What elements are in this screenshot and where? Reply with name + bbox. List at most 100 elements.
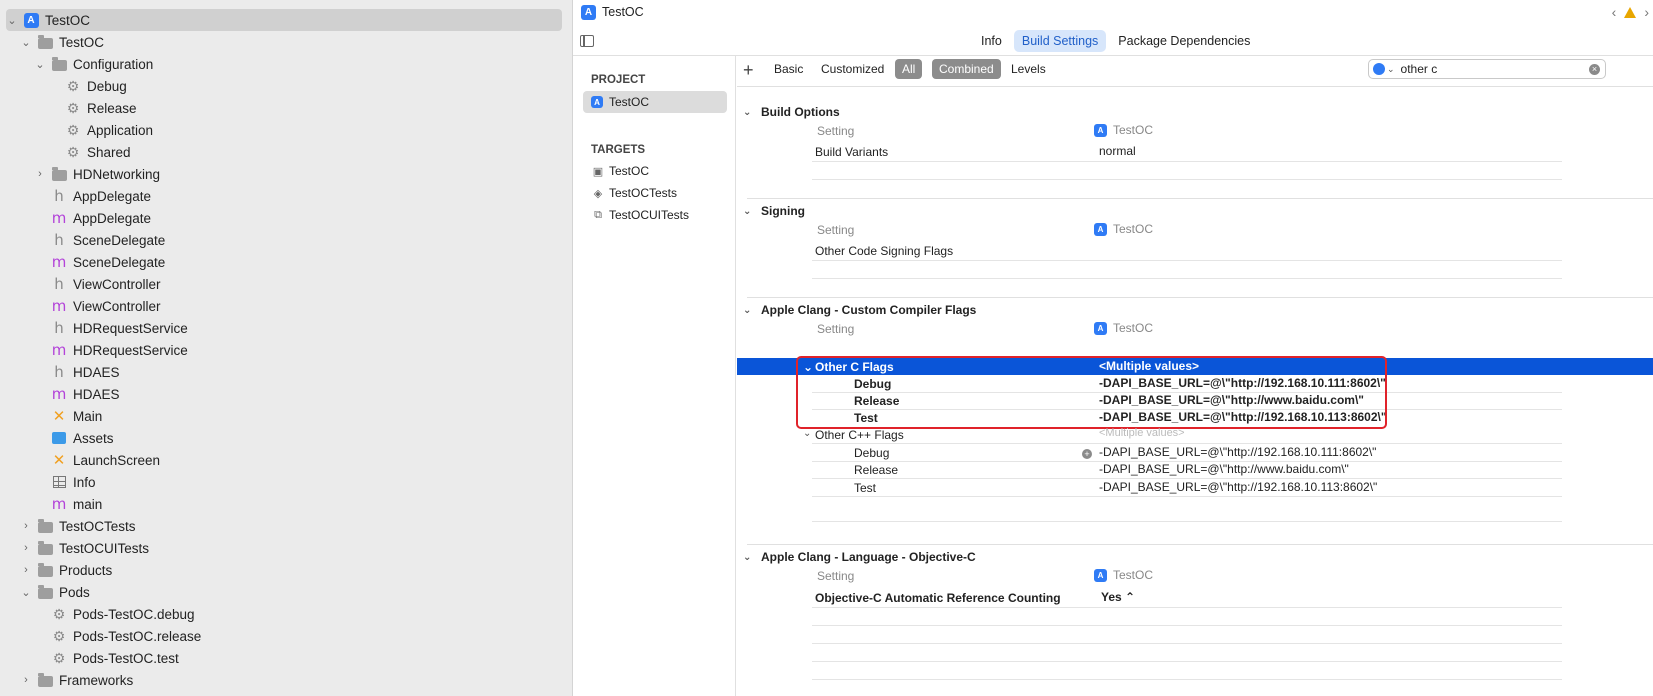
chevron-down-icon[interactable]: ⌄ [34,58,46,71]
header-file-icon: h [54,187,64,205]
navigator-item-label: Assets [73,430,114,446]
filter-all[interactable]: All [895,59,923,79]
navigator-item[interactable]: h HDRequestService [6,317,562,339]
setting-name[interactable]: Build Variants [815,145,888,159]
tab-package-dependencies[interactable]: Package Dependencies [1110,30,1258,52]
chevron-right-icon[interactable]: › [20,542,32,554]
view-combined[interactable]: Combined [932,59,1001,79]
navigator-item[interactable]: m main [6,493,562,515]
target-label: TestOCTests [609,186,678,200]
navigator-item[interactable]: ⌄ A TestOC [6,9,562,31]
section-build-options[interactable]: ⌄ Build Options [743,105,840,119]
navigator-item-label: HDAES [73,364,120,380]
plist-icon [50,474,68,490]
setting-name-other-cpp-flags[interactable]: Other C++ Flags [815,428,904,442]
navigator-item[interactable]: m ViewController [6,295,562,317]
navigator-item[interactable]: ⚙ Pods-TestOC.test [6,647,562,669]
section-signing[interactable]: ⌄ Signing [743,204,805,218]
setting-value-popup[interactable]: Yes ⌃ [1101,590,1135,604]
config-value[interactable]: -DAPI_BASE_URL=@\"http://www.baidu.com\" [1099,462,1349,476]
chevron-right-icon[interactable]: › [20,564,32,576]
navigator-item-label: Release [87,100,137,116]
config-name[interactable]: Debug [854,446,889,460]
section-divider [747,198,1653,199]
navigator-item[interactable]: ⚙ Application [6,119,562,141]
navigator-item[interactable]: h SceneDelegate [6,229,562,251]
target-item[interactable]: ◈ TestOCTests [583,182,727,204]
navigator-item[interactable]: ✕ LaunchScreen [6,449,562,471]
navigator-item[interactable]: ⌄ Pods [6,581,562,603]
chevron-right-icon[interactable]: › [20,520,32,532]
chevron-down-icon[interactable]: ⌄ [20,586,32,599]
add-setting-button[interactable]: + [743,60,754,81]
header-file-icon: h [54,275,64,293]
filter-basic[interactable]: Basic [767,59,810,79]
navigator-item[interactable]: h ViewController [6,273,562,295]
target-item[interactable]: ▣ TestOC [583,160,727,182]
filter-customized[interactable]: Customized [814,59,891,79]
back-arrow-icon[interactable]: ‹ [1612,4,1617,20]
navigator-item[interactable]: ⚙ Shared [6,141,562,163]
navigator-item[interactable]: h HDAES [6,361,562,383]
chevron-down-icon[interactable]: ⌄ [20,36,32,49]
navigator-item[interactable]: m AppDelegate [6,207,562,229]
navigator-item[interactable]: ⚙ Pods-TestOC.release [6,625,562,647]
forward-arrow-icon[interactable]: › [1644,4,1649,20]
navigator-item-label: main [73,496,103,512]
setting-column-header: Setting [817,124,855,138]
hide-targets-sidebar-icon[interactable] [580,35,594,47]
section-title: Signing [761,204,805,218]
chevron-down-icon[interactable]: ⌄ [803,428,811,439]
add-condition-icon[interactable]: + [1082,449,1092,459]
jump-bar-title[interactable]: TestOC [602,5,644,19]
navigator-item[interactable]: m HDAES [6,383,562,405]
setting-value[interactable]: <Multiple values> [1099,427,1185,439]
setting-value[interactable]: normal [1099,144,1136,158]
target-label: TestOC [609,164,650,178]
navigator-item[interactable]: ⌄ TestOC [6,31,562,53]
navigator-item[interactable]: h AppDelegate [6,185,562,207]
navigator-item-label: SceneDelegate [73,232,166,248]
config-value[interactable]: -DAPI_BASE_URL=@\"http://192.168.10.113:… [1099,480,1377,494]
navigator-item[interactable]: › HDNetworking [6,163,562,185]
navigator-item[interactable]: ⚙ Release [6,97,562,119]
view-levels[interactable]: Levels [1004,59,1053,79]
navigator-item[interactable]: m HDRequestService [6,339,562,361]
tab-info[interactable]: Info [973,30,1010,52]
navigator-item[interactable]: ⚙ Pods-TestOC.debug [6,603,562,625]
config-name[interactable]: Release [854,463,898,477]
navigator-item[interactable]: › TestOCUITests [6,537,562,559]
search-input[interactable] [1400,62,1581,76]
chevron-right-icon[interactable]: › [34,168,46,180]
navigator-item[interactable]: › Products [6,559,562,581]
navigator-item[interactable]: › Frameworks [6,669,562,691]
filter-icon[interactable] [1373,63,1385,75]
section-custom-compiler-flags[interactable]: ⌄ Apple Clang - Custom Compiler Flags [743,303,976,317]
chevron-right-icon[interactable]: › [20,674,32,686]
navigator-item[interactable]: Info [6,471,562,493]
config-value[interactable]: -DAPI_BASE_URL=@\"http://192.168.10.111:… [1099,445,1376,459]
navigator-item[interactable]: › TestOCTests [6,515,562,537]
settings-search-field[interactable]: ⌄ × [1368,59,1606,79]
chevron-down-icon[interactable]: ⌄ [1387,64,1395,75]
interface-file-icon: ✕ [52,452,66,469]
section-language-objc[interactable]: ⌄ Apple Clang - Language - Objective-C [743,550,976,564]
config-name[interactable]: Test [854,481,876,495]
setting-name[interactable]: Other Code Signing Flags [815,244,953,258]
navigator-item[interactable]: Assets [6,427,562,449]
project-icon: A [22,12,40,28]
navigator-item[interactable]: ⚙ Debug [6,75,562,97]
chevron-down-icon[interactable]: ⌄ [6,14,18,27]
target-item[interactable]: ⧉ TestOCUITests [583,204,727,226]
setting-column-header: Setting [817,322,855,336]
chevron-down-icon: ⌄ [743,304,752,316]
clear-search-icon[interactable]: × [1589,63,1600,75]
tab-build-settings[interactable]: Build Settings [1013,30,1107,52]
navigator-item[interactable]: ⌄ Configuration [6,53,562,75]
navigator-item[interactable]: m SceneDelegate [6,251,562,273]
setting-name[interactable]: Objective-C Automatic Reference Counting [815,591,1061,605]
warning-icon[interactable] [1624,6,1637,18]
divider [812,679,1562,680]
project-item[interactable]: A TestOC [583,91,727,113]
navigator-item[interactable]: ✕ Main [6,405,562,427]
